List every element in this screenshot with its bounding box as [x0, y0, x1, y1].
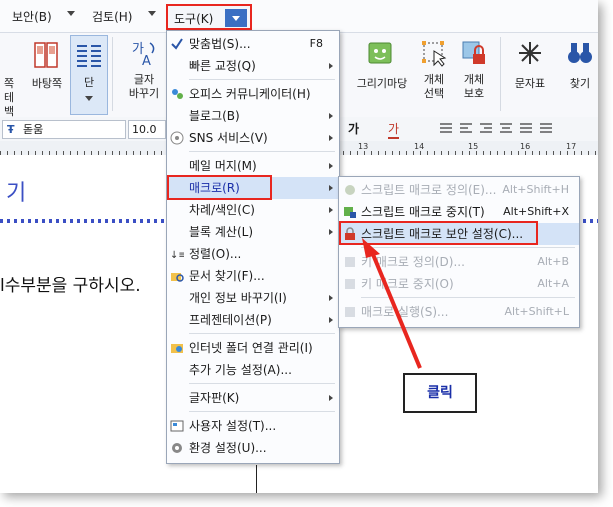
- click-callout: 클릭: [403, 373, 477, 413]
- app-window: 보안(B) 검토(H) 도구(K) 쪽 테백 바탕쪽 단 가 A 글자 바꾸기 …: [0, 0, 598, 493]
- annotation-arrow-icon: [362, 238, 422, 369]
